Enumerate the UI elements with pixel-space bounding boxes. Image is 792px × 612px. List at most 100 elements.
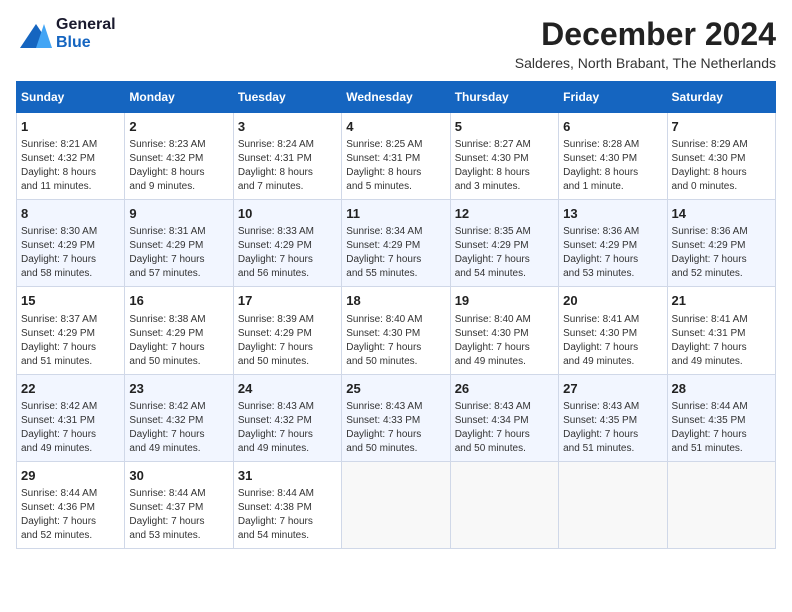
day-info: Sunrise: 8:28 AM Sunset: 4:30 PM Dayligh… [563, 138, 662, 194]
calendar-week-row: 15 Sunrise: 8:37 AM Sunset: 4:29 PM Dayli… [17, 287, 776, 374]
day-info: Sunrise: 8:33 AM Sunset: 4:29 PM Dayligh… [238, 225, 337, 281]
day-number: 26 [455, 380, 554, 398]
day-number: 8 [21, 205, 120, 223]
day-info: Sunrise: 8:41 AM Sunset: 4:31 PM Dayligh… [672, 313, 771, 369]
day-info: Sunrise: 8:24 AM Sunset: 4:31 PM Dayligh… [238, 138, 337, 194]
calendar-cell: 15 Sunrise: 8:37 AM Sunset: 4:29 PM Dayli… [17, 287, 125, 374]
logo-blue: Blue [56, 34, 91, 51]
calendar-cell: 1Sunrise: 8:21 AM Sunset: 4:32 PM Daylig… [17, 113, 125, 200]
day-number: 24 [238, 380, 337, 398]
calendar-cell: 2 Sunrise: 8:23 AM Sunset: 4:32 PM Daylig… [125, 113, 233, 200]
calendar-header-friday: Friday [559, 82, 667, 113]
page-subtitle: Salderes, North Brabant, The Netherlands [515, 55, 776, 71]
day-info: Sunrise: 8:43 AM Sunset: 4:32 PM Dayligh… [238, 400, 337, 456]
day-number: 6 [563, 118, 662, 136]
day-number: 31 [238, 467, 337, 485]
calendar-cell: 6 Sunrise: 8:28 AM Sunset: 4:30 PM Daylig… [559, 113, 667, 200]
calendar-cell: 27 Sunrise: 8:43 AM Sunset: 4:35 PM Dayli… [559, 374, 667, 461]
page-header: General Blue December 2024 Salderes, Nor… [16, 16, 776, 71]
day-info: Sunrise: 8:43 AM Sunset: 4:34 PM Dayligh… [455, 400, 554, 456]
calendar-cell: 29 Sunrise: 8:44 AM Sunset: 4:36 PM Dayli… [17, 461, 125, 548]
day-info: Sunrise: 8:38 AM Sunset: 4:29 PM Dayligh… [129, 313, 228, 369]
calendar-week-row: 1Sunrise: 8:21 AM Sunset: 4:32 PM Daylig… [17, 113, 776, 200]
calendar-cell: 10 Sunrise: 8:33 AM Sunset: 4:29 PM Dayli… [233, 200, 341, 287]
day-info: Sunrise: 8:31 AM Sunset: 4:29 PM Dayligh… [129, 225, 228, 281]
day-info: Sunrise: 8:43 AM Sunset: 4:33 PM Dayligh… [346, 400, 445, 456]
day-info: Sunrise: 8:37 AM Sunset: 4:29 PM Dayligh… [21, 313, 120, 369]
day-number: 18 [346, 292, 445, 310]
calendar-table: SundayMondayTuesdayWednesdayThursdayFrid… [16, 81, 776, 549]
logo-icon [16, 20, 52, 48]
calendar-header-monday: Monday [125, 82, 233, 113]
calendar-cell: 14 Sunrise: 8:36 AM Sunset: 4:29 PM Dayli… [667, 200, 775, 287]
day-info: Sunrise: 8:44 AM Sunset: 4:37 PM Dayligh… [129, 487, 228, 543]
day-info: Sunrise: 8:41 AM Sunset: 4:30 PM Dayligh… [563, 313, 662, 369]
day-info: Sunrise: 8:25 AM Sunset: 4:31 PM Dayligh… [346, 138, 445, 194]
day-number: 9 [129, 205, 228, 223]
day-number: 1 [21, 118, 120, 136]
day-number: 25 [346, 380, 445, 398]
calendar-cell: 5 Sunrise: 8:27 AM Sunset: 4:30 PM Daylig… [450, 113, 558, 200]
day-number: 20 [563, 292, 662, 310]
calendar-cell: 21 Sunrise: 8:41 AM Sunset: 4:31 PM Dayli… [667, 287, 775, 374]
day-number: 29 [21, 467, 120, 485]
calendar-cell: 12 Sunrise: 8:35 AM Sunset: 4:29 PM Dayli… [450, 200, 558, 287]
day-number: 2 [129, 118, 228, 136]
calendar-cell [450, 461, 558, 548]
calendar-cell: 8Sunrise: 8:30 AM Sunset: 4:29 PM Daylig… [17, 200, 125, 287]
calendar-cell: 23 Sunrise: 8:42 AM Sunset: 4:32 PM Dayli… [125, 374, 233, 461]
day-number: 17 [238, 292, 337, 310]
day-info: Sunrise: 8:29 AM Sunset: 4:30 PM Dayligh… [672, 138, 771, 194]
day-info: Sunrise: 8:44 AM Sunset: 4:36 PM Dayligh… [21, 487, 120, 543]
title-area: December 2024 Salderes, North Brabant, T… [515, 16, 776, 71]
day-number: 30 [129, 467, 228, 485]
day-info: Sunrise: 8:44 AM Sunset: 4:38 PM Dayligh… [238, 487, 337, 543]
day-info: Sunrise: 8:27 AM Sunset: 4:30 PM Dayligh… [455, 138, 554, 194]
calendar-cell [667, 461, 775, 548]
calendar-header-row: SundayMondayTuesdayWednesdayThursdayFrid… [17, 82, 776, 113]
day-number: 28 [672, 380, 771, 398]
day-number: 10 [238, 205, 337, 223]
calendar-cell: 26 Sunrise: 8:43 AM Sunset: 4:34 PM Dayli… [450, 374, 558, 461]
day-info: Sunrise: 8:34 AM Sunset: 4:29 PM Dayligh… [346, 225, 445, 281]
calendar-cell: 4 Sunrise: 8:25 AM Sunset: 4:31 PM Daylig… [342, 113, 450, 200]
calendar-cell: 13 Sunrise: 8:36 AM Sunset: 4:29 PM Dayli… [559, 200, 667, 287]
calendar-cell: 7Sunrise: 8:29 AM Sunset: 4:30 PM Daylig… [667, 113, 775, 200]
day-number: 12 [455, 205, 554, 223]
day-info: Sunrise: 8:42 AM Sunset: 4:32 PM Dayligh… [129, 400, 228, 456]
calendar-cell: 16Sunrise: 8:38 AM Sunset: 4:29 PM Dayli… [125, 287, 233, 374]
day-info: Sunrise: 8:44 AM Sunset: 4:35 PM Dayligh… [672, 400, 771, 456]
day-number: 11 [346, 205, 445, 223]
calendar-header-wednesday: Wednesday [342, 82, 450, 113]
day-number: 15 [21, 292, 120, 310]
day-info: Sunrise: 8:36 AM Sunset: 4:29 PM Dayligh… [563, 225, 662, 281]
calendar-cell: 28 Sunrise: 8:44 AM Sunset: 4:35 PM Dayli… [667, 374, 775, 461]
calendar-week-row: 22 Sunrise: 8:42 AM Sunset: 4:31 PM Dayli… [17, 374, 776, 461]
calendar-cell: 22 Sunrise: 8:42 AM Sunset: 4:31 PM Dayli… [17, 374, 125, 461]
calendar-body: 1Sunrise: 8:21 AM Sunset: 4:32 PM Daylig… [17, 113, 776, 549]
day-number: 22 [21, 380, 120, 398]
day-number: 13 [563, 205, 662, 223]
day-number: 5 [455, 118, 554, 136]
day-number: 21 [672, 292, 771, 310]
calendar-cell: 19Sunrise: 8:40 AM Sunset: 4:30 PM Dayli… [450, 287, 558, 374]
day-info: Sunrise: 8:42 AM Sunset: 4:31 PM Dayligh… [21, 400, 120, 456]
calendar-cell: 20 Sunrise: 8:41 AM Sunset: 4:30 PM Dayli… [559, 287, 667, 374]
calendar-week-row: 8Sunrise: 8:30 AM Sunset: 4:29 PM Daylig… [17, 200, 776, 287]
calendar-cell: 3Sunrise: 8:24 AM Sunset: 4:31 PM Daylig… [233, 113, 341, 200]
day-number: 23 [129, 380, 228, 398]
day-info: Sunrise: 8:23 AM Sunset: 4:32 PM Dayligh… [129, 138, 228, 194]
day-info: Sunrise: 8:40 AM Sunset: 4:30 PM Dayligh… [455, 313, 554, 369]
calendar-header-sunday: Sunday [17, 82, 125, 113]
day-number: 27 [563, 380, 662, 398]
calendar-cell [559, 461, 667, 548]
day-info: Sunrise: 8:43 AM Sunset: 4:35 PM Dayligh… [563, 400, 662, 456]
day-number: 14 [672, 205, 771, 223]
day-number: 4 [346, 118, 445, 136]
day-info: Sunrise: 8:36 AM Sunset: 4:29 PM Dayligh… [672, 225, 771, 281]
calendar-cell: 30 Sunrise: 8:44 AM Sunset: 4:37 PM Dayli… [125, 461, 233, 548]
day-info: Sunrise: 8:35 AM Sunset: 4:29 PM Dayligh… [455, 225, 554, 281]
calendar-cell: 9 Sunrise: 8:31 AM Sunset: 4:29 PM Daylig… [125, 200, 233, 287]
calendar-cell: 11 Sunrise: 8:34 AM Sunset: 4:29 PM Dayli… [342, 200, 450, 287]
logo-general: General [56, 16, 116, 33]
